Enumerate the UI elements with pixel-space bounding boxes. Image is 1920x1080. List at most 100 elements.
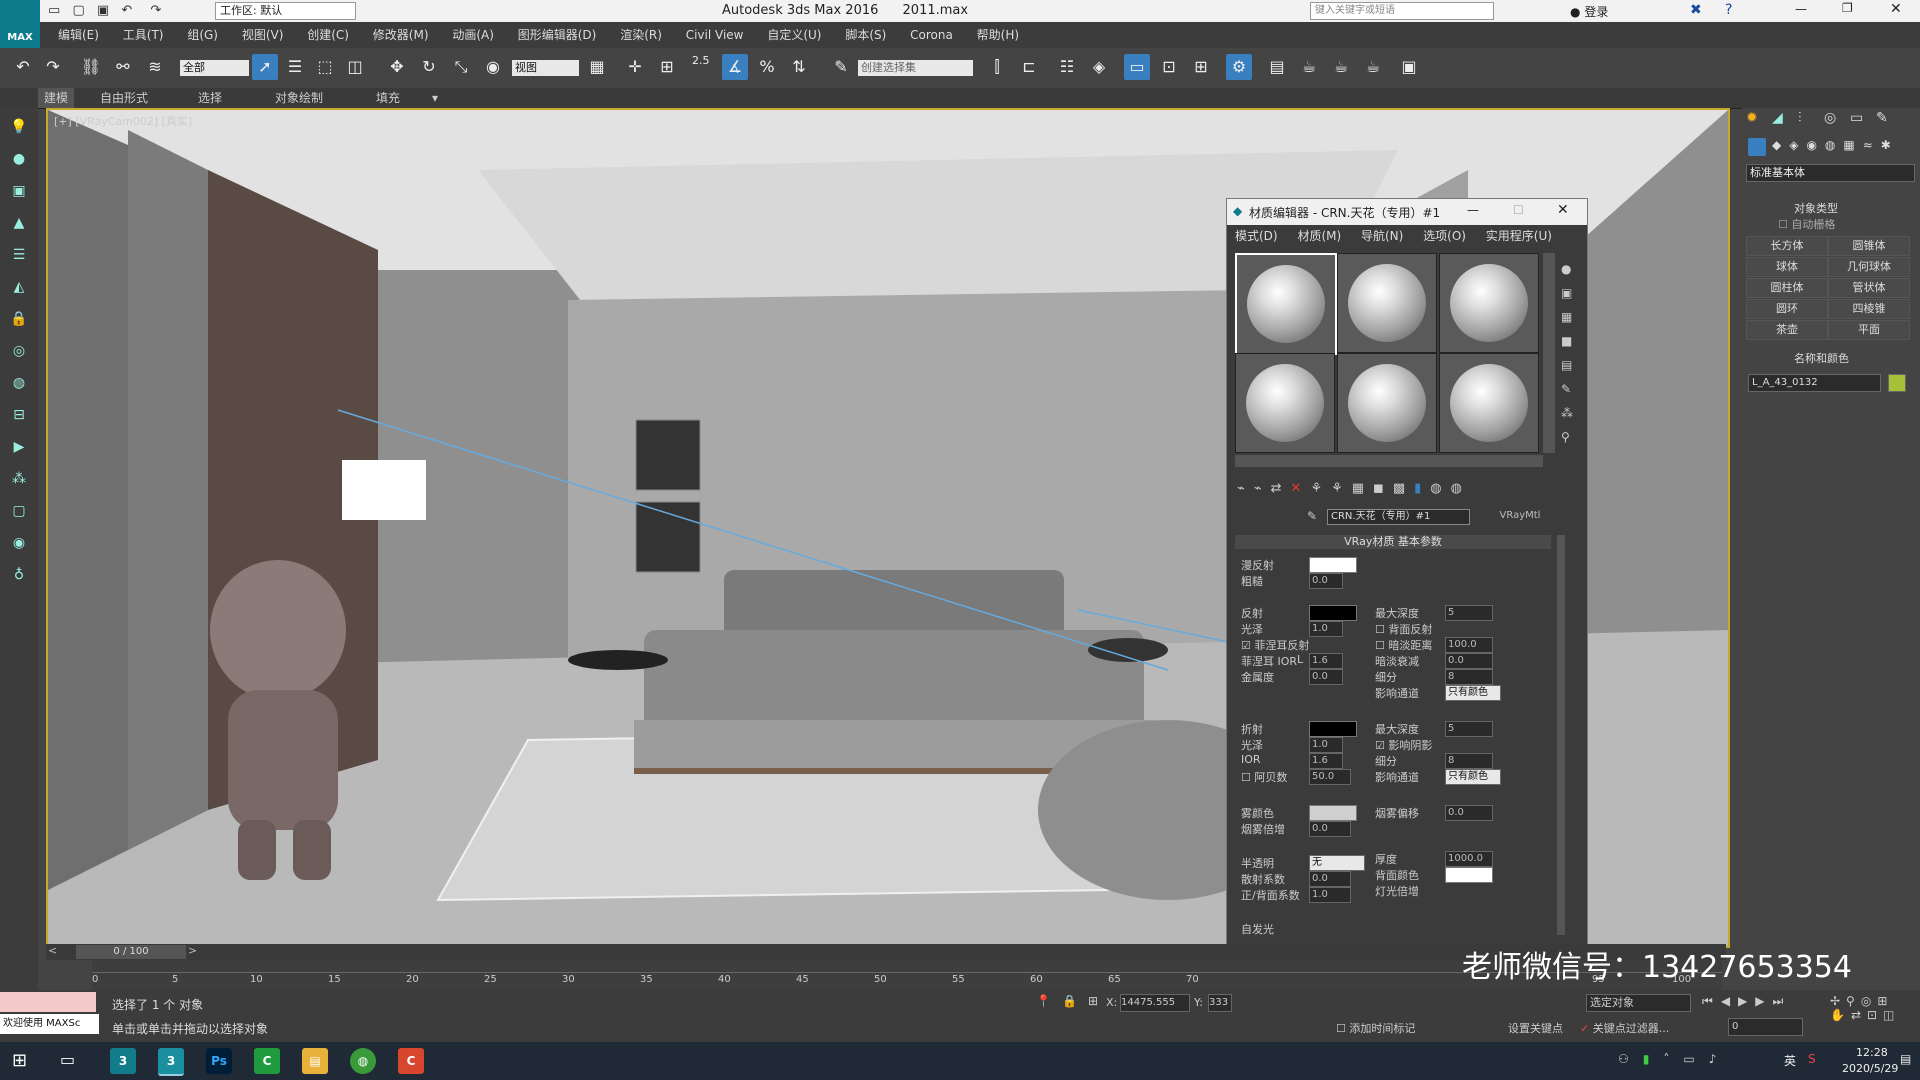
refract-subdivs-input[interactable]: 8 <box>1445 753 1493 769</box>
pivot-center-icon[interactable]: ▦ <box>584 54 610 80</box>
group-icon[interactable]: ⁂ <box>8 468 30 490</box>
menu-customize[interactable]: 自定义(U) <box>757 22 831 48</box>
back-reflect-checkbox[interactable]: ☐ 背面反射 <box>1375 621 1432 637</box>
minimize-button[interactable]: — <box>1795 2 1807 16</box>
link-icon[interactable]: ⛓ <box>78 54 104 80</box>
scale-icon[interactable]: ⤡ <box>448 54 474 80</box>
menu-modifiers[interactable]: 修改器(M) <box>363 22 439 48</box>
ribbon-tab-populate[interactable]: 填充 <box>376 88 400 108</box>
percent-snap-icon[interactable]: % <box>754 54 780 80</box>
window-crossing-icon[interactable]: ◫ <box>342 54 368 80</box>
battery-icon[interactable]: ▮ <box>1643 1052 1664 1066</box>
fresnel-ior-input[interactable]: 1.6 <box>1309 653 1343 669</box>
back-color-swatch[interactable] <box>1445 867 1493 883</box>
reflect-max-depth-input[interactable]: 5 <box>1445 605 1493 621</box>
select-manipulate-icon[interactable]: ✛ <box>622 54 648 80</box>
teapot-button[interactable]: 茶壶 <box>1746 320 1828 340</box>
dim-distance-checkbox[interactable]: ☐ 暗淡距离 <box>1375 637 1432 653</box>
object-color-swatch[interactable] <box>1888 374 1906 392</box>
menu-edit[interactable]: 编辑(E) <box>48 22 109 48</box>
menu-scripting[interactable]: 脚本(S) <box>835 22 896 48</box>
fresnel-checkbox[interactable]: ☑ 菲涅耳反射 <box>1241 637 1309 653</box>
browser-taskbar-icon[interactable]: ◍ <box>350 1048 376 1074</box>
translucency-dropdown[interactable]: 无 <box>1309 855 1365 871</box>
light-bulb-icon[interactable]: 💡 <box>8 116 30 138</box>
frame-icon[interactable]: ▢ <box>8 500 30 522</box>
key-filters-button[interactable]: ✓ 关键点过滤器... <box>1580 1020 1669 1036</box>
bind-spacewarp-icon[interactable]: ≋ <box>142 54 168 80</box>
reflect-affect-channels-dropdown[interactable]: 只有颜色 <box>1445 685 1501 701</box>
chevron-up-icon[interactable]: ˄ <box>1663 1052 1683 1066</box>
time-slider-next[interactable]: > <box>188 944 197 957</box>
place-icon[interactable]: ◉ <box>480 54 506 80</box>
edit-named-selection-icon[interactable]: ✎ <box>828 54 854 80</box>
render-frame-window-icon[interactable]: ▣ <box>1396 54 1422 80</box>
globe-icon[interactable]: ◍ <box>8 372 30 394</box>
selection-filter-dropdown[interactable]: 全部 <box>180 60 249 76</box>
windows-start-icon[interactable]: ⊞ <box>12 1050 27 1071</box>
render-icon[interactable]: ☕ <box>1296 54 1322 80</box>
autogrid-checkbox[interactable]: ☐ 自动栅格 <box>1778 216 1835 232</box>
fog-multiplier-input[interactable]: 0.0 <box>1309 821 1351 837</box>
prev-frame-icon[interactable]: ◀ <box>1721 994 1738 1008</box>
ior-input[interactable]: 1.6 <box>1309 753 1343 769</box>
mat-menu-utilities[interactable]: 实用程序(U) <box>1478 225 1560 247</box>
material-editor-close[interactable]: ✕ <box>1557 202 1569 218</box>
next-frame-icon[interactable]: ▶ <box>1755 994 1772 1008</box>
ribbon-tab-modeling[interactable]: 建模 <box>38 88 75 108</box>
affect-shadows-checkbox[interactable]: ☑ 影响阴影 <box>1375 737 1432 753</box>
new-file-icon[interactable]: ▭ <box>48 3 60 18</box>
absolute-mode-icon[interactable]: ⊞ <box>1088 994 1098 1008</box>
cone-button[interactable]: 圆锥体 <box>1828 236 1910 256</box>
mat-menu-modes[interactable]: 模式(D) <box>1227 225 1286 247</box>
utilities-tab-icon[interactable]: ✎ <box>1876 110 1888 126</box>
snap-toggle-label[interactable]: 2.5 <box>692 54 710 67</box>
eyedropper-icon[interactable]: ✎ <box>1307 509 1317 523</box>
object-name-input[interactable]: L_A_43_0132 <box>1748 374 1881 392</box>
diffuse-color-swatch[interactable] <box>1309 557 1357 573</box>
menu-rendering[interactable]: 渲染(R) <box>610 22 672 48</box>
close-x-icon[interactable]: ✖ <box>1690 2 1702 18</box>
ime-indicator[interactable]: 英 <box>1784 1052 1796 1069</box>
material-editor-maximize[interactable]: ☐ <box>1513 203 1524 217</box>
selected-object-dropdown[interactable]: 选定对象 <box>1586 994 1691 1012</box>
open-file-icon[interactable]: ▢ <box>72 3 84 18</box>
material-slot-1[interactable] <box>1235 253 1337 355</box>
render-setup-icon[interactable]: ⚙ <box>1226 54 1252 80</box>
refract-gloss-input[interactable]: 1.0 <box>1309 737 1343 753</box>
mat-menu-material[interactable]: 材质(M) <box>1289 225 1349 247</box>
thickness-input[interactable]: 1000.0 <box>1445 851 1493 867</box>
keyboard-shortcut-icon[interactable]: ⊞ <box>654 54 680 80</box>
helper-icon[interactable]: ▲ <box>8 212 30 234</box>
render-iterative-icon[interactable]: ☕ <box>1328 54 1354 80</box>
task-view-icon[interactable]: ▭ <box>60 1050 75 1069</box>
geosphere-button[interactable]: 几何球体 <box>1828 257 1910 277</box>
camera-icon[interactable]: ▣ <box>8 180 30 202</box>
fog-color-swatch[interactable] <box>1309 805 1357 821</box>
refract-max-depth-input[interactable]: 5 <box>1445 721 1493 737</box>
monitor-icon[interactable]: ▭ <box>1683 1052 1708 1066</box>
menu-graph-editors[interactable]: 图形编辑器(D) <box>508 22 607 48</box>
rect-selection-icon[interactable]: ⬚ <box>312 54 338 80</box>
select-object-icon[interactable]: ➚ <box>252 54 278 80</box>
ribbon-tab-freeform[interactable]: 自由形式 <box>100 88 148 108</box>
viewport-label[interactable]: [+] [VRayCam002] [真实] <box>54 113 192 129</box>
sphere-tool-icon[interactable]: ● <box>8 148 30 170</box>
photoshop-taskbar-icon[interactable]: Ps <box>206 1048 232 1074</box>
align-icon[interactable]: ⊏ <box>1016 54 1042 80</box>
reference-coordinate-dropdown[interactable]: 视图 <box>512 60 579 76</box>
schematic-view-icon[interactable]: ⊡ <box>1156 54 1182 80</box>
rollout-header[interactable]: VRay材质 基本参数 <box>1235 535 1551 549</box>
refract-affect-channels-dropdown[interactable]: 只有颜色 <box>1445 769 1501 785</box>
menu-civil-view[interactable]: Civil View <box>676 22 754 48</box>
menu-view[interactable]: 视图(V) <box>232 22 294 48</box>
maxscript-welcome[interactable]: 欢迎使用 MAXSc <box>0 1014 99 1034</box>
fresnel-ior-lock-button[interactable]: L <box>1297 653 1303 666</box>
volume-icon[interactable]: ♪ <box>1709 1052 1731 1066</box>
list-icon[interactable]: ☰ <box>8 244 30 266</box>
clock-date[interactable]: 2020/5/29 <box>1842 1062 1898 1075</box>
menu-help[interactable]: 帮助(H) <box>967 22 1029 48</box>
eye-icon[interactable]: ◉ <box>8 532 30 554</box>
reflect-gloss-input[interactable]: 1.0 <box>1309 621 1343 637</box>
ribbon-tab-selection[interactable]: 选择 <box>198 88 222 108</box>
